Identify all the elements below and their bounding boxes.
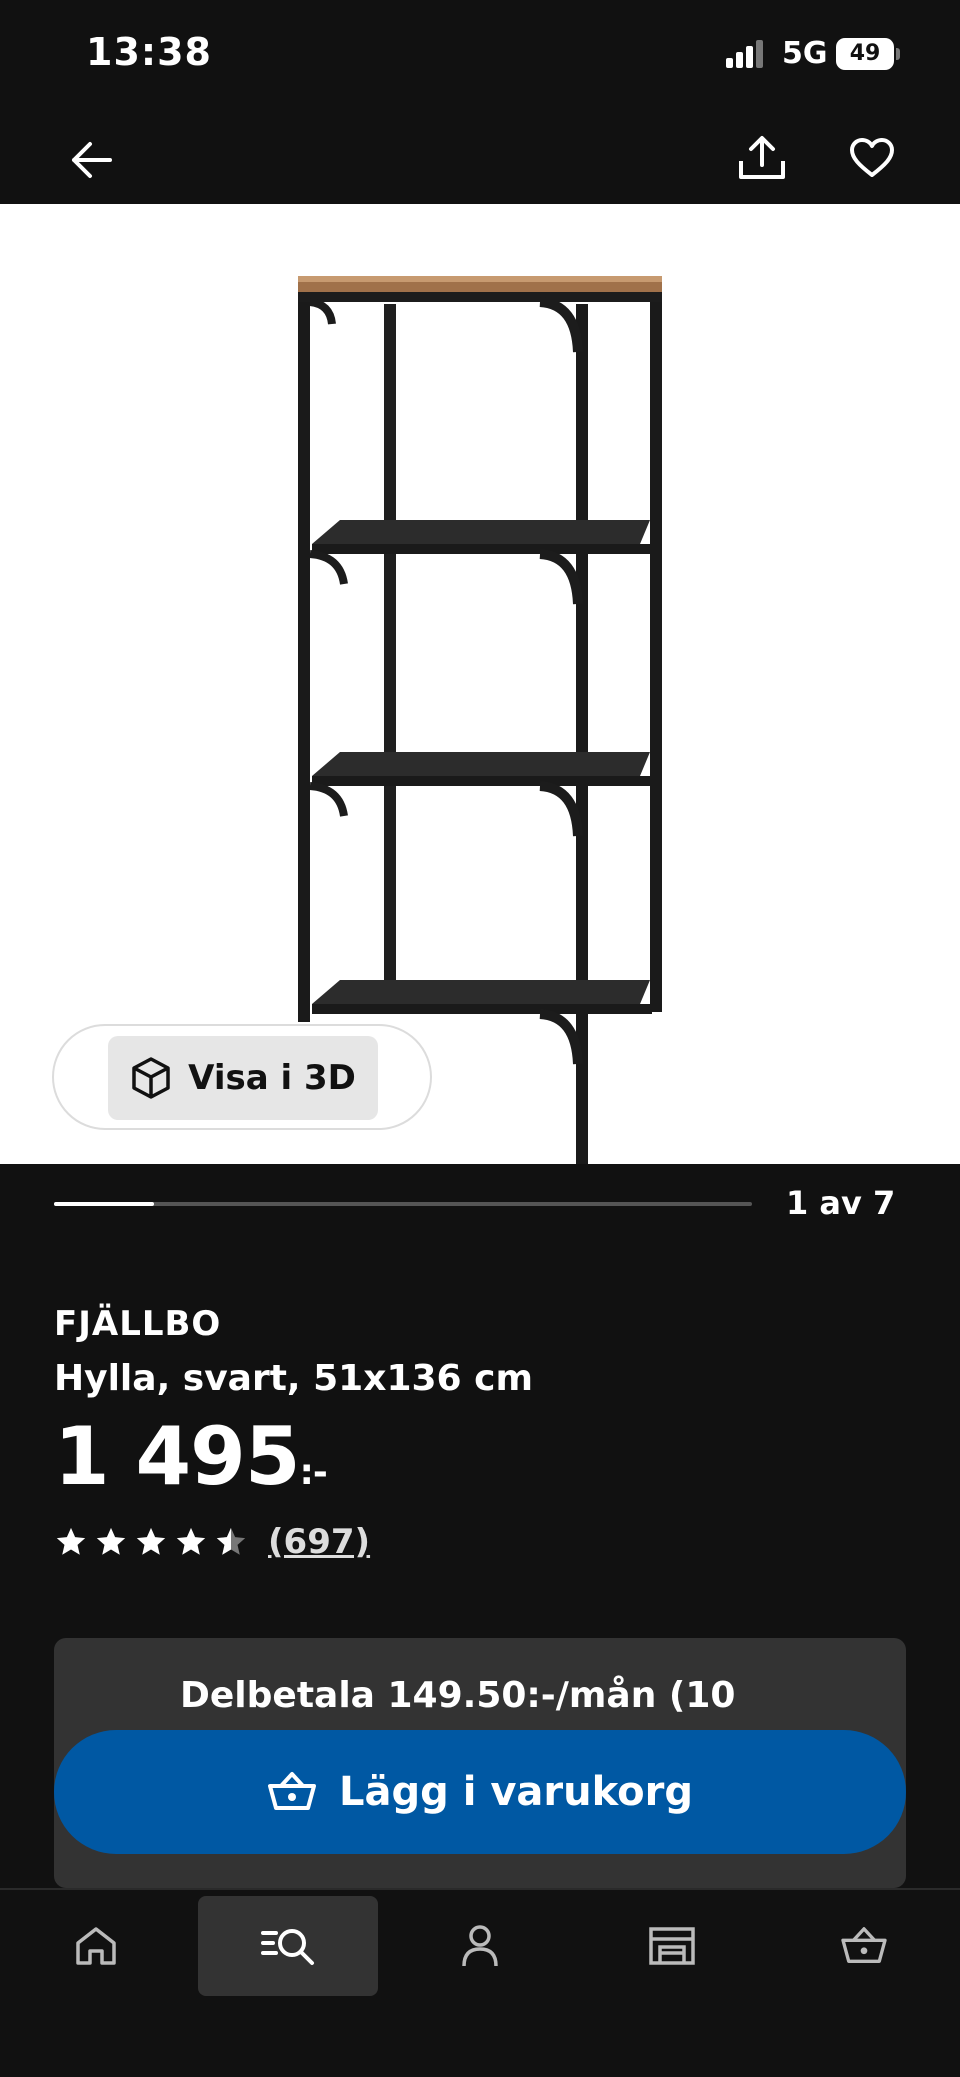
view-3d-pill: Visa i 3D bbox=[52, 1024, 432, 1130]
price-suffix: :- bbox=[299, 1452, 328, 1493]
add-to-cart-label: Lägg i varukorg bbox=[339, 1769, 693, 1815]
product-price: 1 495:- bbox=[54, 1410, 328, 1503]
nav-profile[interactable] bbox=[390, 1896, 570, 1996]
product-description: Hylla, svart, 51x136 cm bbox=[54, 1358, 533, 1399]
carousel-progress bbox=[54, 1202, 752, 1206]
nav-cart[interactable] bbox=[774, 1896, 954, 1996]
home-icon bbox=[76, 1927, 116, 1965]
carousel-progress-fill bbox=[54, 1202, 154, 1206]
battery-tip bbox=[896, 48, 900, 60]
view-3d-button[interactable]: Visa i 3D bbox=[108, 1036, 378, 1120]
star-icon bbox=[96, 1527, 126, 1555]
nav-home[interactable] bbox=[6, 1896, 186, 1996]
status-time: 13:38 bbox=[86, 30, 212, 74]
basket-icon bbox=[268, 1772, 317, 1810]
arrow-left-icon bbox=[72, 142, 112, 178]
top-navigation bbox=[0, 110, 960, 204]
product-image-carousel[interactable]: Visa i 3D bbox=[0, 204, 960, 1164]
signal-icon bbox=[726, 40, 764, 68]
back-button[interactable] bbox=[60, 130, 120, 190]
person-icon bbox=[462, 1925, 498, 1967]
nav-search[interactable] bbox=[198, 1896, 378, 1996]
store-icon bbox=[649, 1927, 695, 1965]
half-star-icon bbox=[216, 1527, 246, 1555]
star-icon bbox=[176, 1527, 206, 1555]
status-bar: 13:38 5G 49 bbox=[0, 0, 960, 110]
nav-store[interactable] bbox=[582, 1896, 762, 1996]
bottom-navigation bbox=[0, 1888, 960, 2077]
star-icon bbox=[136, 1527, 166, 1555]
review-count-link[interactable]: (697) bbox=[268, 1522, 370, 1562]
cube-icon bbox=[132, 1057, 170, 1099]
basket-icon bbox=[841, 1927, 887, 1963]
search-list-icon bbox=[261, 1929, 314, 1965]
add-to-cart-button[interactable]: Lägg i varukorg bbox=[54, 1730, 906, 1854]
share-icon bbox=[739, 136, 785, 179]
network-type: 5G bbox=[782, 36, 828, 71]
product-rating[interactable]: (697) bbox=[54, 1522, 370, 1562]
view-3d-label: Visa i 3D bbox=[188, 1058, 356, 1098]
share-button[interactable] bbox=[730, 126, 794, 190]
favorite-button[interactable] bbox=[840, 126, 904, 190]
battery-icon: 49 bbox=[836, 38, 894, 70]
price-amount: 1 495 bbox=[54, 1410, 301, 1503]
heart-icon bbox=[850, 138, 894, 177]
page-indicator: 1 av 7 bbox=[786, 1184, 896, 1222]
product-brand: FJÄLLBO bbox=[54, 1304, 222, 1344]
star-icon bbox=[56, 1527, 86, 1555]
product-image bbox=[298, 276, 662, 1164]
